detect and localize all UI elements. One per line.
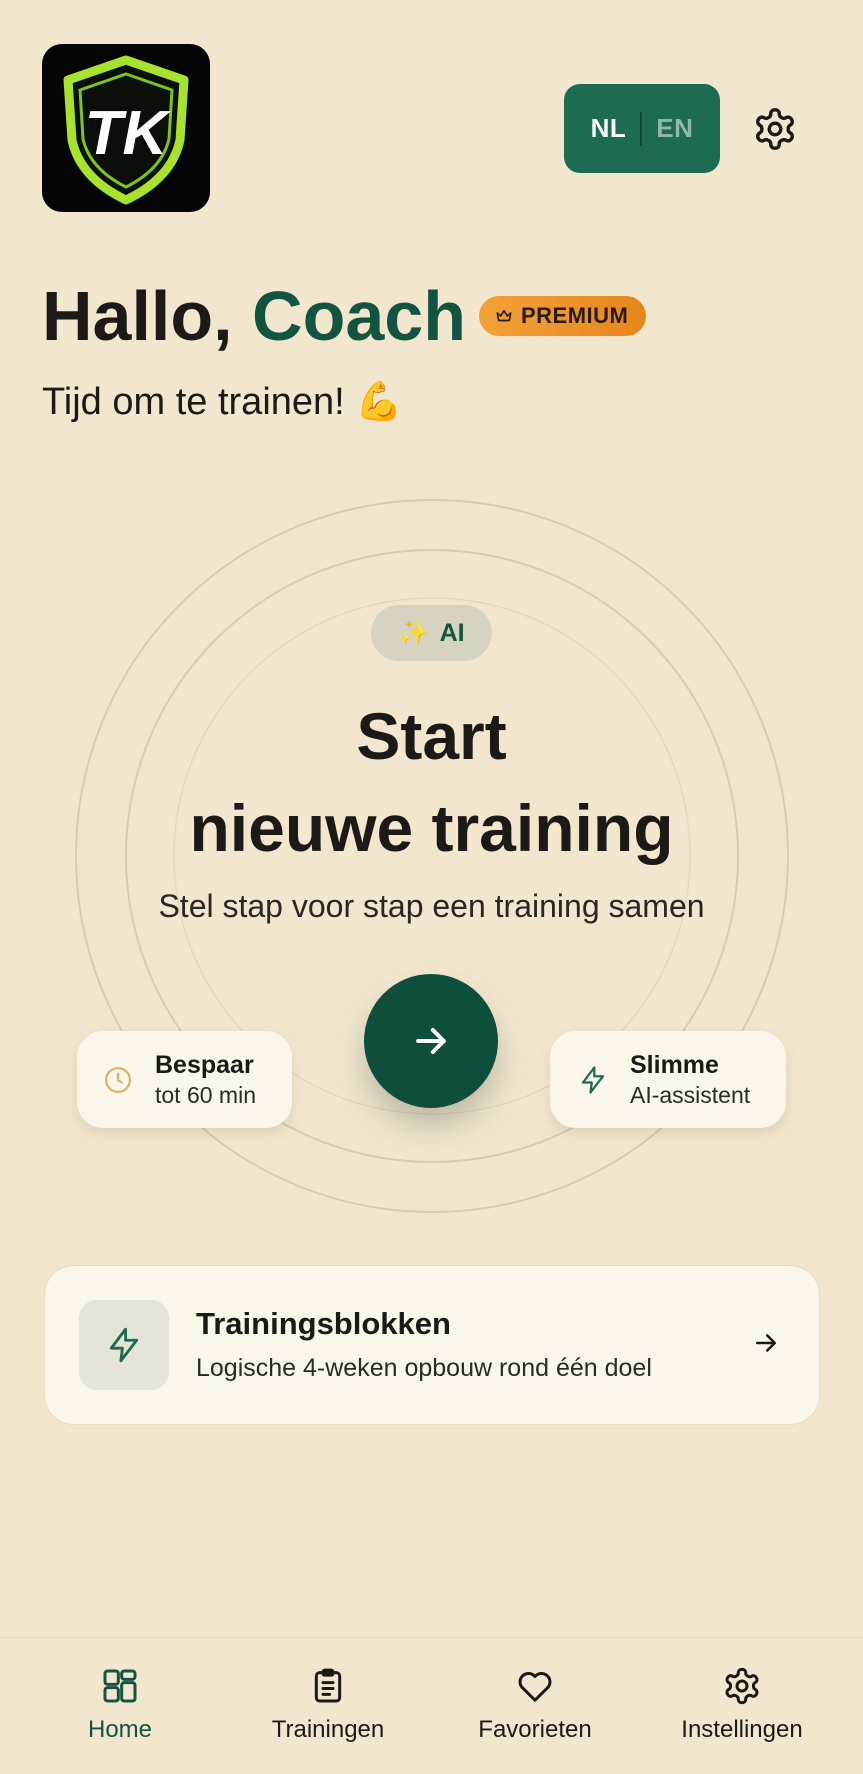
lang-divider <box>640 111 643 146</box>
training-blocks-card[interactable]: Trainingsblokken Logische 4-weken opbouw… <box>44 1265 820 1425</box>
nav-home[interactable]: Home <box>20 1638 220 1774</box>
clock-icon <box>103 1065 133 1095</box>
clipboard-icon <box>308 1666 348 1706</box>
title-line-1: Start <box>356 699 507 773</box>
premium-badge: PREMIUM <box>479 296 647 336</box>
arrow-right-icon <box>751 1328 781 1358</box>
ai-badge: ✨ AI <box>371 605 492 661</box>
nav-settings-label: Instellingen <box>681 1716 803 1743</box>
language-toggle[interactable]: NL EN <box>564 84 720 173</box>
shield-logo-icon: TK <box>63 55 189 205</box>
premium-label: PREMIUM <box>521 303 629 328</box>
crown-icon <box>496 309 512 322</box>
ai-assistant-subtitle: AI-assistent <box>630 1081 751 1108</box>
gear-icon <box>722 1666 762 1706</box>
ai-badge-label: AI <box>439 618 465 647</box>
lightning-icon <box>109 1327 139 1363</box>
training-blocks-subtitle: Logische 4-weken opbouw rond één doel <box>196 1354 652 1382</box>
gear-icon <box>756 108 794 150</box>
greeting-hello: Hallo, <box>42 277 233 355</box>
save-time-pill: Bespaar tot 60 min <box>77 1031 292 1128</box>
nav-favorites[interactable]: Favorieten <box>435 1638 635 1774</box>
heart-icon <box>515 1666 555 1706</box>
arrow-right-icon <box>416 1027 446 1055</box>
lang-nl[interactable]: NL <box>591 113 627 144</box>
training-blocks-title: Trainingsblokken <box>196 1306 451 1341</box>
sparkles-icon: ✨ <box>398 618 430 647</box>
title-line-2: nieuwe training <box>189 791 674 865</box>
ai-assistant-title: Slimme <box>630 1050 719 1079</box>
lightning-icon <box>578 1065 608 1095</box>
start-training-button[interactable] <box>364 974 498 1108</box>
greeting-heading: Hallo, Coach <box>42 276 466 356</box>
logo-text: TK <box>85 99 172 168</box>
ai-assistant-pill: Slimme AI-assistent <box>550 1031 786 1128</box>
lang-en[interactable]: EN <box>656 113 693 144</box>
start-training-subtitle: Stel stap voor stap een training samen <box>158 888 705 924</box>
start-training-title: Start nieuwe training <box>0 690 863 874</box>
training-blocks-icon-box <box>79 1300 169 1390</box>
save-time-subtitle: tot 60 min <box>155 1081 256 1108</box>
nav-favorites-label: Favorieten <box>478 1716 592 1743</box>
grid-icon <box>100 1666 140 1706</box>
nav-settings[interactable]: Instellingen <box>642 1638 842 1774</box>
app-logo: TK <box>42 44 210 212</box>
nav-home-label: Home <box>87 1716 153 1743</box>
nav-trainings-label: Trainingen <box>271 1716 385 1743</box>
settings-button[interactable] <box>752 106 798 152</box>
nav-trainings[interactable]: Trainingen <box>228 1638 428 1774</box>
greeting-name: Coach <box>252 277 466 355</box>
save-time-title: Bespaar <box>155 1050 254 1079</box>
bottom-navigation: Home Trainingen Favorieten Instellingen <box>0 1637 863 1774</box>
greeting-subtitle: Tijd om te trainen! 💪 <box>42 381 403 423</box>
